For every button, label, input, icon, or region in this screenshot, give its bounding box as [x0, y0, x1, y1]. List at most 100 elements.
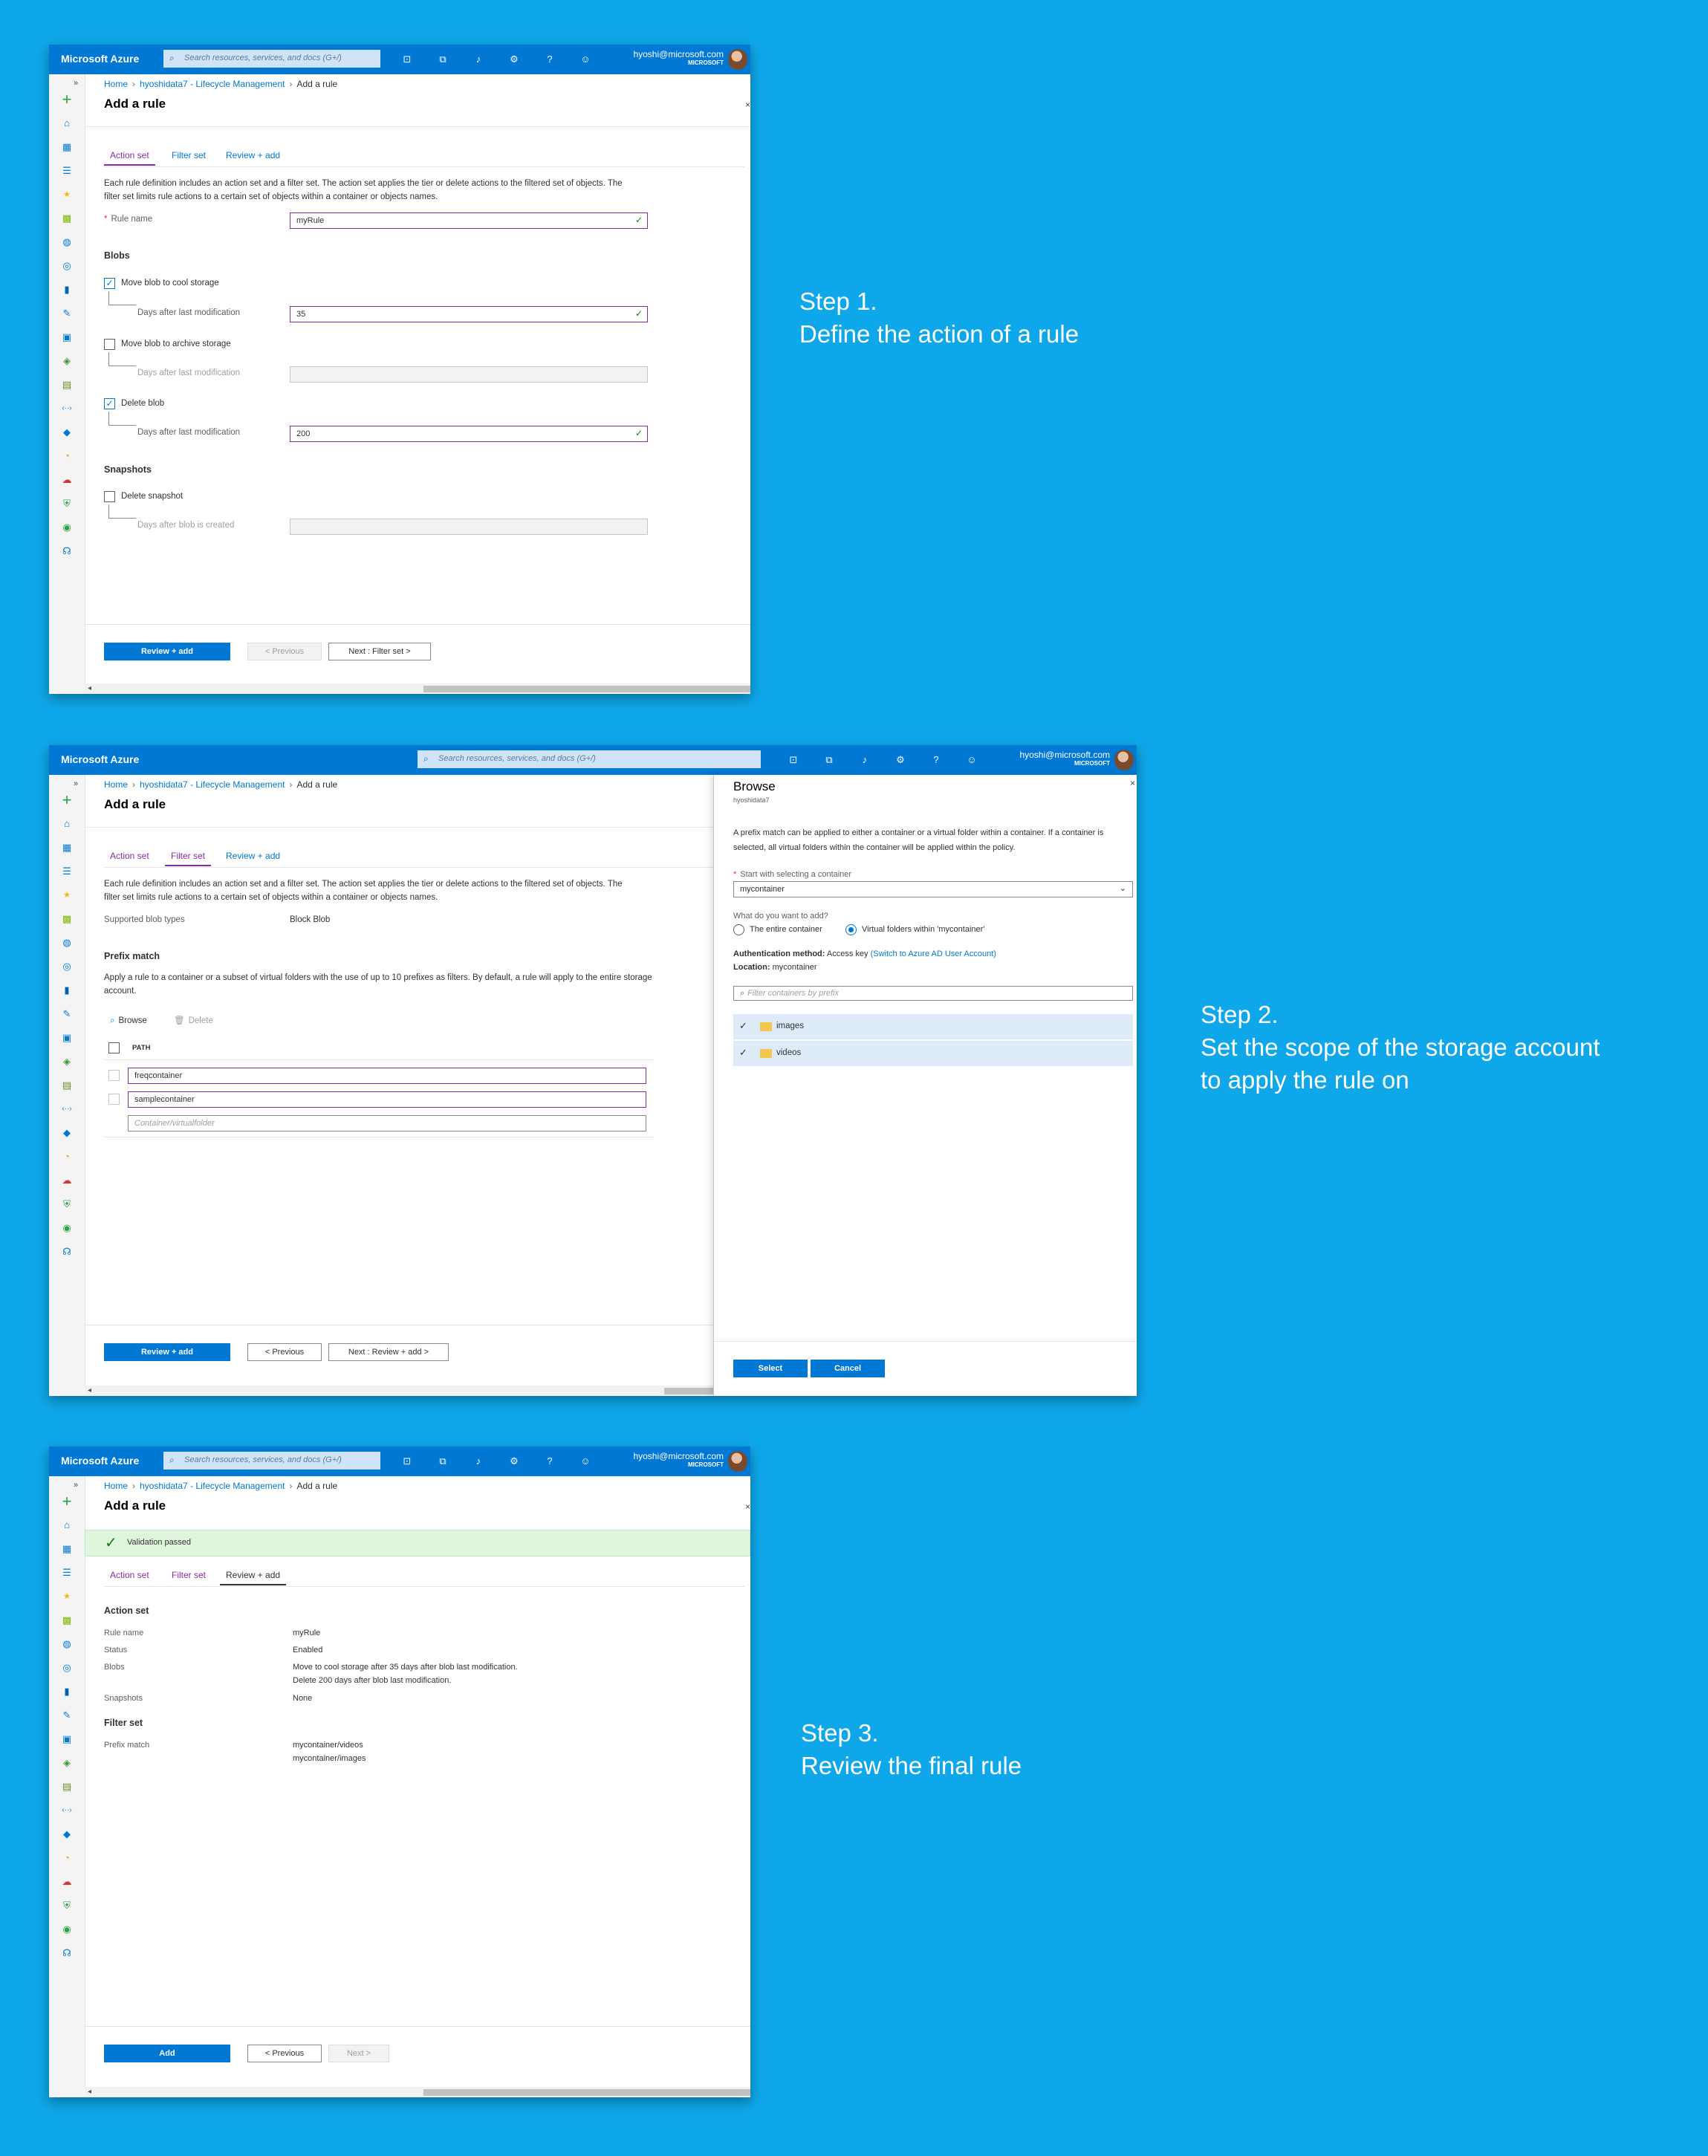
azure-ad-icon[interactable]: ◆ [61, 1828, 73, 1840]
delete-blob-checkbox[interactable]: ✓ [104, 398, 115, 409]
app-services-icon[interactable]: ◎ [61, 1662, 73, 1674]
breadcrumb-lifecycle[interactable]: hyoshidata7 - Lifecycle Management [140, 79, 285, 89]
resource-groups-icon[interactable]: ◍ [61, 937, 73, 949]
virtual-networks-icon[interactable]: ‹··› [61, 1103, 73, 1115]
virtual-networks-icon[interactable]: ‹··› [61, 1805, 73, 1816]
path-input-freqcontainer[interactable]: freqcontainer [128, 1068, 646, 1084]
previous-button[interactable]: < Previous [247, 1343, 322, 1361]
delete-days-input[interactable]: 200 ✓ [290, 426, 648, 442]
feedback-smiley-icon[interactable]: ☺ [966, 754, 978, 766]
settings-gear-icon[interactable]: ⚙ [508, 1455, 520, 1467]
monitor-icon[interactable]: ◔ [61, 450, 73, 462]
move-cool-checkbox[interactable]: ✓ [104, 278, 115, 289]
help-icon[interactable]: ? [544, 53, 556, 65]
cancel-button[interactable]: Cancel [811, 1360, 885, 1377]
tab-action-set[interactable]: Action set [110, 1570, 149, 1584]
advisor-icon[interactable]: ☁ [61, 1175, 73, 1186]
select-all-checkbox[interactable] [108, 1042, 120, 1053]
move-archive-checkbox[interactable] [104, 339, 115, 350]
advisor-icon[interactable]: ☁ [61, 1876, 73, 1888]
app-services-icon[interactable]: ◎ [61, 961, 73, 973]
cost-management-icon[interactable]: ◉ [61, 522, 73, 533]
all-resources-icon[interactable]: ▩ [61, 1614, 73, 1626]
next-review-add-button[interactable]: Next : Review + add > [328, 1343, 449, 1361]
scroll-left-icon[interactable]: ◂ [88, 684, 91, 692]
filter-containers-input[interactable]: ⌕ Filter containers by prefix [733, 986, 1133, 1001]
snapshot-days-input[interactable] [290, 519, 648, 535]
all-services-icon[interactable]: ☰ [61, 866, 73, 877]
previous-button[interactable]: < Previous [247, 643, 322, 660]
security-center-icon[interactable]: ⛨ [61, 1900, 73, 1912]
breadcrumb-lifecycle[interactable]: hyoshidata7 - Lifecycle Management [140, 779, 285, 790]
help-icon[interactable]: ? [544, 1455, 556, 1467]
horizontal-scrollbar[interactable]: ◂ [85, 684, 750, 694]
tab-review-add[interactable]: Review + add [226, 150, 280, 164]
breadcrumb-home[interactable]: Home [104, 779, 128, 790]
cosmos-db-icon[interactable]: ✎ [61, 308, 73, 319]
tab-action-set[interactable]: Action set [104, 150, 155, 166]
scroll-thumb[interactable] [423, 2089, 750, 2096]
settings-gear-icon[interactable]: ⚙ [894, 754, 906, 766]
browse-button[interactable]: ⌕ Browse [110, 1014, 147, 1027]
notifications-icon[interactable]: ♪ [473, 53, 484, 65]
close-icon[interactable]: × [745, 100, 750, 110]
breadcrumb-home[interactable]: Home [104, 1481, 128, 1491]
cosmos-db-icon[interactable]: ✎ [61, 1709, 73, 1721]
notifications-icon[interactable]: ♪ [473, 1455, 484, 1467]
close-icon[interactable]: × [1130, 778, 1135, 788]
account-menu[interactable]: hyoshi@microsoft.com MICROSOFT [633, 1451, 724, 1468]
storage-accounts-icon[interactable]: ▤ [61, 1781, 73, 1793]
path-row-checkbox[interactable] [108, 1070, 120, 1081]
cloud-shell-icon[interactable]: ⊡ [401, 53, 413, 65]
expand-menu-icon[interactable]: » [70, 77, 82, 89]
directory-filter-icon[interactable]: ⧉ [823, 754, 835, 766]
azure-brand[interactable]: Microsoft Azure [61, 1455, 139, 1467]
storage-accounts-icon[interactable]: ▤ [61, 1079, 73, 1091]
virtual-machines-icon[interactable]: ▣ [61, 1032, 73, 1044]
cool-days-input[interactable]: 35 ✓ [290, 306, 648, 322]
sql-databases-icon[interactable]: ▮ [61, 284, 73, 296]
cloud-shell-icon[interactable]: ⊡ [401, 1455, 413, 1467]
global-search-input[interactable]: ⌕ Search resources, services, and docs (… [163, 50, 380, 68]
tab-review-add[interactable]: Review + add [220, 1570, 287, 1585]
radio-entire-container[interactable] [733, 924, 744, 935]
horizontal-scrollbar[interactable]: ◂ [85, 1386, 761, 1396]
monitor-icon[interactable]: ◔ [61, 1151, 73, 1163]
security-center-icon[interactable]: ⛨ [61, 1198, 73, 1210]
home-icon[interactable]: ⌂ [61, 818, 73, 830]
tab-filter-set[interactable]: Filter set [172, 150, 206, 164]
all-services-icon[interactable]: ☰ [61, 1567, 73, 1579]
scroll-thumb[interactable] [423, 686, 750, 692]
previous-button[interactable]: < Previous [247, 2045, 322, 2062]
global-search-input[interactable]: ⌕ Search resources, services, and docs (… [418, 750, 761, 768]
scroll-left-icon[interactable]: ◂ [88, 2088, 91, 2096]
switch-auth-link[interactable]: (Switch to Azure AD User Account) [871, 949, 996, 958]
avatar[interactable] [728, 1451, 747, 1472]
storage-accounts-icon[interactable]: ▤ [61, 379, 73, 391]
all-resources-icon[interactable]: ▩ [61, 913, 73, 925]
help-icon[interactable]: ? [930, 754, 942, 766]
dashboard-icon[interactable]: ▦ [61, 1543, 73, 1555]
sql-databases-icon[interactable]: ▮ [61, 984, 73, 996]
rule-name-input[interactable]: myRule ✓ [290, 212, 648, 229]
create-resource-icon[interactable]: + [61, 91, 73, 108]
help-support-icon[interactable]: ☊ [61, 545, 73, 557]
load-balancers-icon[interactable]: ◈ [61, 1056, 73, 1068]
load-balancers-icon[interactable]: ◈ [61, 1757, 73, 1769]
home-icon[interactable]: ⌂ [61, 1519, 73, 1531]
advisor-icon[interactable]: ☁ [61, 474, 73, 486]
scroll-left-icon[interactable]: ◂ [88, 1386, 91, 1394]
breadcrumb-lifecycle[interactable]: hyoshidata7 - Lifecycle Management [140, 1481, 285, 1491]
security-center-icon[interactable]: ⛨ [61, 498, 73, 510]
container-dropdown[interactable]: mycontainer ⌄ [733, 881, 1133, 897]
delete-button[interactable]: 🗑 Delete [174, 1014, 213, 1027]
review-add-button[interactable]: Review + add [104, 643, 230, 660]
avatar[interactable] [728, 49, 747, 70]
delete-snapshot-checkbox[interactable] [104, 491, 115, 502]
load-balancers-icon[interactable]: ◈ [61, 355, 73, 367]
review-add-button[interactable]: Review + add [104, 1343, 230, 1361]
virtual-machines-icon[interactable]: ▣ [61, 1733, 73, 1745]
resource-groups-icon[interactable]: ◍ [61, 236, 73, 248]
account-menu[interactable]: hyoshi@microsoft.com MICROSOFT [1019, 750, 1110, 767]
azure-brand[interactable]: Microsoft Azure [61, 753, 139, 765]
